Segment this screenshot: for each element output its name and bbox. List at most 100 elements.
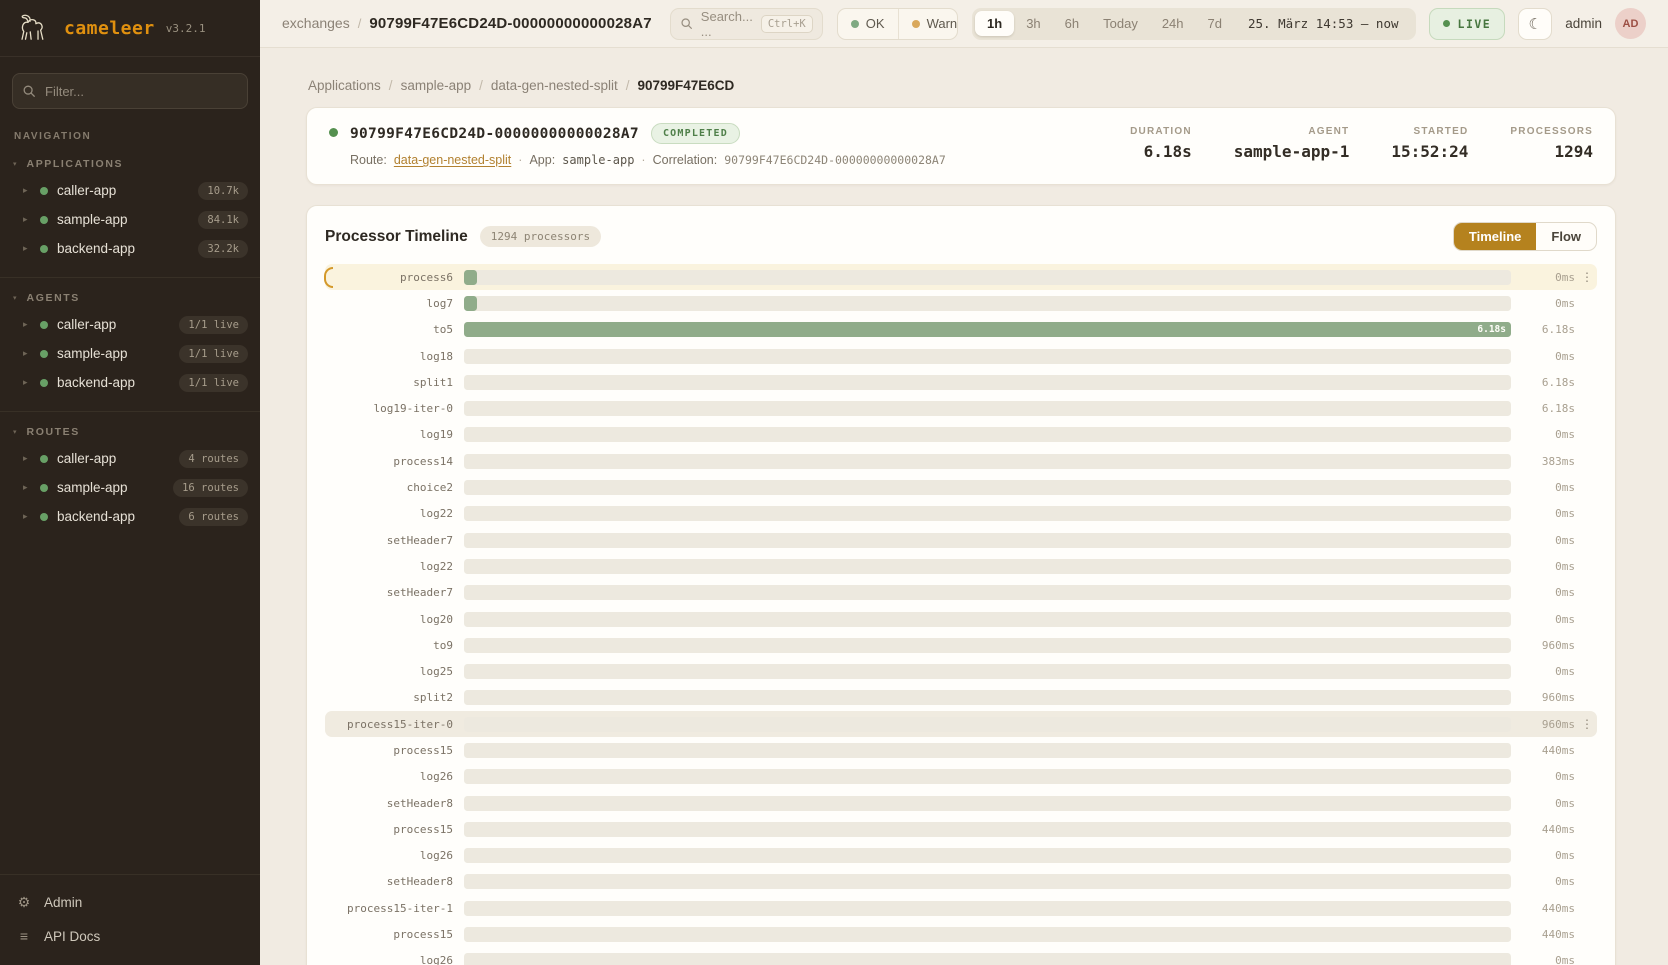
timeline-row[interactable]: process15-iter-0 960ms ⋮ <box>325 711 1597 737</box>
timeline-row[interactable]: setHeader8 0ms ⋮ <box>325 869 1597 895</box>
timeline-row[interactable]: process14 383ms ⋮ <box>325 448 1597 474</box>
duration-value: 0ms <box>1511 613 1575 626</box>
exchange-summary: 90799F47E6CD24D-00000000000028A7 COMPLET… <box>329 123 946 167</box>
sidebar-item-backend-app[interactable]: ▸ backend-app 1/1 live <box>0 368 260 397</box>
duration-value: 0ms <box>1511 428 1575 441</box>
sidebar-item-label: backend-app <box>57 375 135 390</box>
sidebar-item-caller-app[interactable]: ▸ caller-app 1/1 live <box>0 310 260 339</box>
meta-separator: · <box>518 153 522 167</box>
timeline-track <box>464 270 1511 285</box>
timeline-row[interactable]: split2 960ms ⋮ <box>325 685 1597 711</box>
timeline-row[interactable]: split1 6.18s ⋮ <box>325 369 1597 395</box>
breadcrumb-link[interactable]: Applications <box>308 78 381 93</box>
timeline-row[interactable]: log26 0ms ⋮ <box>325 948 1597 965</box>
timeline-track <box>464 690 1511 705</box>
breadcrumb-exchanges-link[interactable]: exchanges <box>282 15 350 31</box>
timeline-row[interactable]: log19 0ms ⋮ <box>325 422 1597 448</box>
kebab-menu-icon[interactable]: ⋮ <box>1575 270 1593 284</box>
timeline-row[interactable]: process6 0ms ⋮ <box>325 264 1597 290</box>
sidebar-item-badge: 10.7k <box>198 182 248 200</box>
timeline-title: Processor Timeline <box>325 228 468 246</box>
timeline-row[interactable]: to9 960ms ⋮ <box>325 632 1597 658</box>
topbar-right-cluster: 1h3h6hToday24h7d25. März 14:53 — now LIV… <box>972 8 1646 40</box>
timeline-row[interactable]: process15 440ms ⋮ <box>325 737 1597 763</box>
timeline-row[interactable]: process15 440ms ⋮ <box>325 921 1597 947</box>
timeline-row[interactable]: log25 0ms ⋮ <box>325 658 1597 684</box>
chevron-down-icon: ▾ <box>13 160 17 168</box>
timeline-row[interactable]: log7 0ms ⋮ <box>325 290 1597 316</box>
live-badge[interactable]: LIVE <box>1429 8 1506 40</box>
filter-input[interactable] <box>12 73 248 109</box>
search-button[interactable]: Search... ... Ctrl+K <box>670 8 823 40</box>
timeline-track <box>464 559 1511 574</box>
sidebar-group-header[interactable]: ▾ AGENTS <box>0 286 260 310</box>
avatar[interactable]: AD <box>1615 8 1646 39</box>
app-logo[interactable]: cameleer v3.2.1 <box>0 0 260 57</box>
time-range-6h[interactable]: 6h <box>1053 11 1091 36</box>
sidebar-groups: ▾ APPLICATIONS ▸ caller-app 10.7k ▸ samp… <box>0 144 260 874</box>
view-timeline-button[interactable]: Timeline <box>1454 223 1537 250</box>
route-link[interactable]: data-gen-nested-split <box>394 153 511 167</box>
timeline-row[interactable]: setHeader7 0ms ⋮ <box>325 580 1597 606</box>
duration-value: 960ms <box>1511 691 1575 704</box>
timeline-track <box>464 743 1511 758</box>
timeline-row[interactable]: to5 6.18s 6.18s ⋮ <box>325 317 1597 343</box>
sidebar-footer: ⚙ Admin ≡ API Docs <box>0 874 260 965</box>
timeline-row[interactable]: log26 0ms ⋮ <box>325 764 1597 790</box>
sidebar-item-backend-app[interactable]: ▸ backend-app 6 routes <box>0 502 260 531</box>
status-filter-ok[interactable]: OK <box>838 9 898 39</box>
timeline-row[interactable]: setHeader8 0ms ⋮ <box>325 790 1597 816</box>
timeline-row[interactable]: log19-iter-0 6.18s ⋮ <box>325 395 1597 421</box>
timeline-row[interactable]: log26 0ms ⋮ <box>325 843 1597 869</box>
stat-label: AGENT <box>1234 126 1350 137</box>
breadcrumb-link[interactable]: sample-app <box>401 78 472 93</box>
duration-value: 6.18s <box>1511 402 1575 415</box>
chevron-right-icon: ▸ <box>23 185 31 196</box>
time-range-today[interactable]: Today <box>1091 11 1150 36</box>
timeline-track <box>464 375 1511 390</box>
processor-name: process6 <box>331 271 464 284</box>
duration-value: 0ms <box>1511 849 1575 862</box>
group-label: AGENTS <box>27 292 80 304</box>
timeline-row[interactable]: setHeader7 0ms ⋮ <box>325 527 1597 553</box>
timeline-row[interactable]: process15 440ms ⋮ <box>325 816 1597 842</box>
processor-name: process15 <box>331 928 464 941</box>
timeline-row[interactable]: choice2 0ms ⋮ <box>325 474 1597 500</box>
breadcrumb-separator: / <box>626 78 630 93</box>
sidebar-item-admin[interactable]: ⚙ Admin <box>16 887 244 917</box>
timeline-row[interactable]: log22 0ms ⋮ <box>325 501 1597 527</box>
dark-mode-toggle[interactable]: ☾ <box>1518 8 1552 40</box>
kebab-menu-icon[interactable]: ⋮ <box>1575 717 1593 731</box>
view-flow-button[interactable]: Flow <box>1536 223 1596 250</box>
time-range-7d[interactable]: 7d <box>1196 11 1234 36</box>
timeline-row[interactable]: log20 0ms ⋮ <box>325 606 1597 632</box>
sidebar-item-sample-app[interactable]: ▸ sample-app 1/1 live <box>0 339 260 368</box>
timeline-row[interactable]: log22 0ms ⋮ <box>325 553 1597 579</box>
sidebar-item-sample-app[interactable]: ▸ sample-app 84.1k <box>0 205 260 234</box>
timeline-track <box>464 927 1511 942</box>
breadcrumb-link[interactable]: data-gen-nested-split <box>491 78 618 93</box>
sidebar-group-header[interactable]: ▾ ROUTES <box>0 420 260 444</box>
status-filter-warn[interactable]: Warn <box>898 9 958 39</box>
processor-name: log19 <box>331 428 464 441</box>
sidebar-item-backend-app[interactable]: ▸ backend-app 32.2k <box>0 234 260 263</box>
sidebar-group-header[interactable]: ▾ APPLICATIONS <box>0 152 260 176</box>
sidebar-item-caller-app[interactable]: ▸ caller-app 4 routes <box>0 444 260 473</box>
app-label: App: <box>529 153 555 167</box>
timeline-row[interactable]: log18 0ms ⋮ <box>325 343 1597 369</box>
exchange-status-dot <box>329 128 338 137</box>
duration-value: 0ms <box>1511 954 1575 965</box>
timeline-track <box>464 612 1511 627</box>
sidebar-item-api-docs[interactable]: ≡ API Docs <box>16 921 244 951</box>
timeline-row[interactable]: process15-iter-1 440ms ⋮ <box>325 895 1597 921</box>
time-range-1h[interactable]: 1h <box>975 11 1014 36</box>
date-range[interactable]: 25. März 14:53 — now <box>1234 16 1413 31</box>
exchange-stats: DURATION 6.18s AGENT sample-app-1 STARTE… <box>1130 123 1593 161</box>
sidebar-item-caller-app[interactable]: ▸ caller-app 10.7k <box>0 176 260 205</box>
time-range-3h[interactable]: 3h <box>1014 11 1052 36</box>
processor-name: process15 <box>331 823 464 836</box>
timeline-track <box>464 533 1511 548</box>
status-dot <box>40 513 48 521</box>
time-range-24h[interactable]: 24h <box>1150 11 1196 36</box>
sidebar-item-sample-app[interactable]: ▸ sample-app 16 routes <box>0 473 260 502</box>
